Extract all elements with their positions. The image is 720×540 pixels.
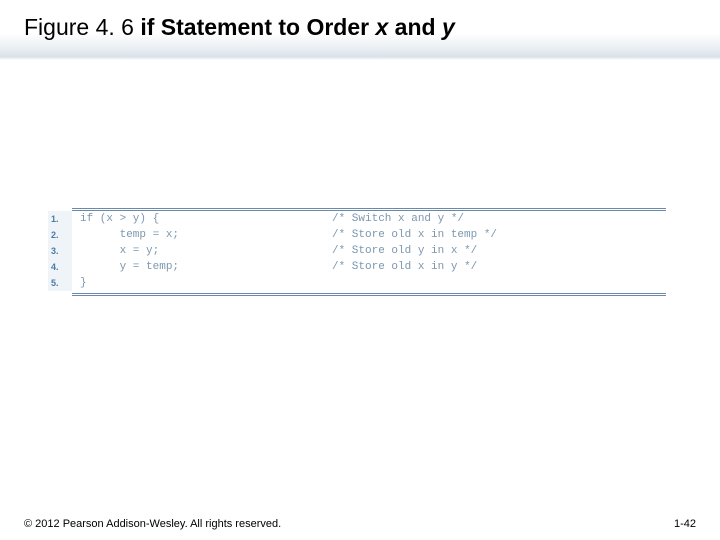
- copyright-text: © 2012 Pearson Addison-Wesley. All right…: [24, 518, 281, 530]
- code-text: }: [72, 275, 332, 291]
- figure-caption-and: and: [388, 14, 442, 40]
- code-rows: 1. if (x > y) { /* Switch x and y */ 2. …: [48, 211, 666, 291]
- figure-number: Figure 4. 6: [24, 14, 140, 40]
- figure-title: Figure 4. 6 if Statement to Order x and …: [24, 14, 455, 41]
- line-number: 4.: [48, 259, 72, 275]
- code-line: 4. y = temp; /* Store old x in y */: [48, 259, 666, 275]
- code-line: 2. temp = x; /* Store old x in temp */: [48, 227, 666, 243]
- var-x: x: [376, 14, 389, 40]
- page-number: 1-42: [674, 518, 696, 530]
- code-listing: 1. if (x > y) { /* Switch x and y */ 2. …: [48, 208, 666, 296]
- footer: © 2012 Pearson Addison-Wesley. All right…: [24, 518, 696, 530]
- rule-bottom: [72, 293, 666, 296]
- line-number: 5.: [48, 275, 72, 291]
- code-line: 1. if (x > y) { /* Switch x and y */: [48, 211, 666, 227]
- code-comment: /* Switch x and y */: [332, 211, 464, 227]
- figure-caption-lead: if Statement to Order: [140, 14, 375, 40]
- code-text: temp = x;: [72, 227, 332, 243]
- line-number: 1.: [48, 211, 72, 227]
- code-text: y = temp;: [72, 259, 332, 275]
- code-line: 3. x = y; /* Store old y in x */: [48, 243, 666, 259]
- code-comment: /* Store old y in x */: [332, 243, 477, 259]
- code-text: x = y;: [72, 243, 332, 259]
- var-y: y: [442, 14, 455, 40]
- code-text: if (x > y) {: [72, 211, 332, 227]
- line-number: 3.: [48, 243, 72, 259]
- code-comment: /* Store old x in temp */: [332, 227, 497, 243]
- code-comment: /* Store old x in y */: [332, 259, 477, 275]
- line-number: 2.: [48, 227, 72, 243]
- code-line: 5. }: [48, 275, 666, 291]
